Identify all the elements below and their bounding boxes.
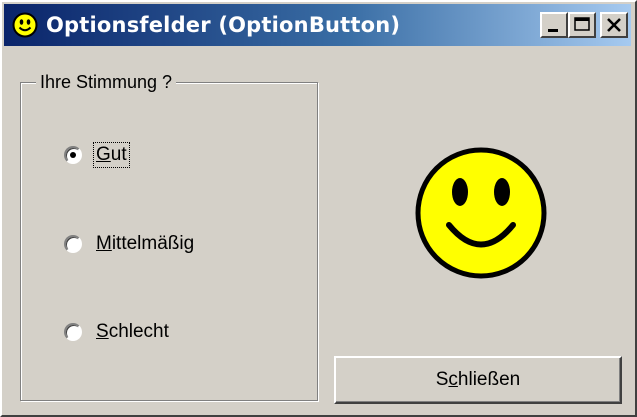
happy-smiley-icon (415, 147, 547, 279)
radio-label-mittelmaessig: Mittelmäßig (96, 233, 195, 254)
close-window-button[interactable] (600, 12, 628, 38)
radio-label-gut: Gut (93, 142, 130, 168)
radio-schlecht[interactable]: Schlecht (64, 320, 171, 344)
radio-selected-dot (70, 152, 76, 158)
radio-gut[interactable]: Gut (64, 142, 130, 168)
minimize-button[interactable] (540, 12, 568, 38)
schliessen-button[interactable]: Sc hließen (334, 356, 622, 404)
radio-mittelmaessig[interactable]: Mittelmäßig (64, 232, 196, 256)
radio-circle[interactable] (64, 323, 82, 341)
radio-label-schlecht: Schlecht (96, 321, 169, 342)
minimize-icon (548, 29, 558, 32)
maximize-button[interactable] (568, 12, 596, 38)
mood-group-label: Ihre Stimmung ? (36, 70, 177, 94)
title-bar[interactable]: Optionsfelder (OptionButton) (4, 4, 631, 46)
radio-circle[interactable] (64, 146, 82, 164)
close-icon (607, 18, 621, 32)
maximize-icon (574, 17, 590, 31)
smiley-icon (12, 12, 38, 38)
radio-circle[interactable] (64, 235, 82, 253)
window-title: Optionsfelder (OptionButton) (46, 13, 401, 37)
